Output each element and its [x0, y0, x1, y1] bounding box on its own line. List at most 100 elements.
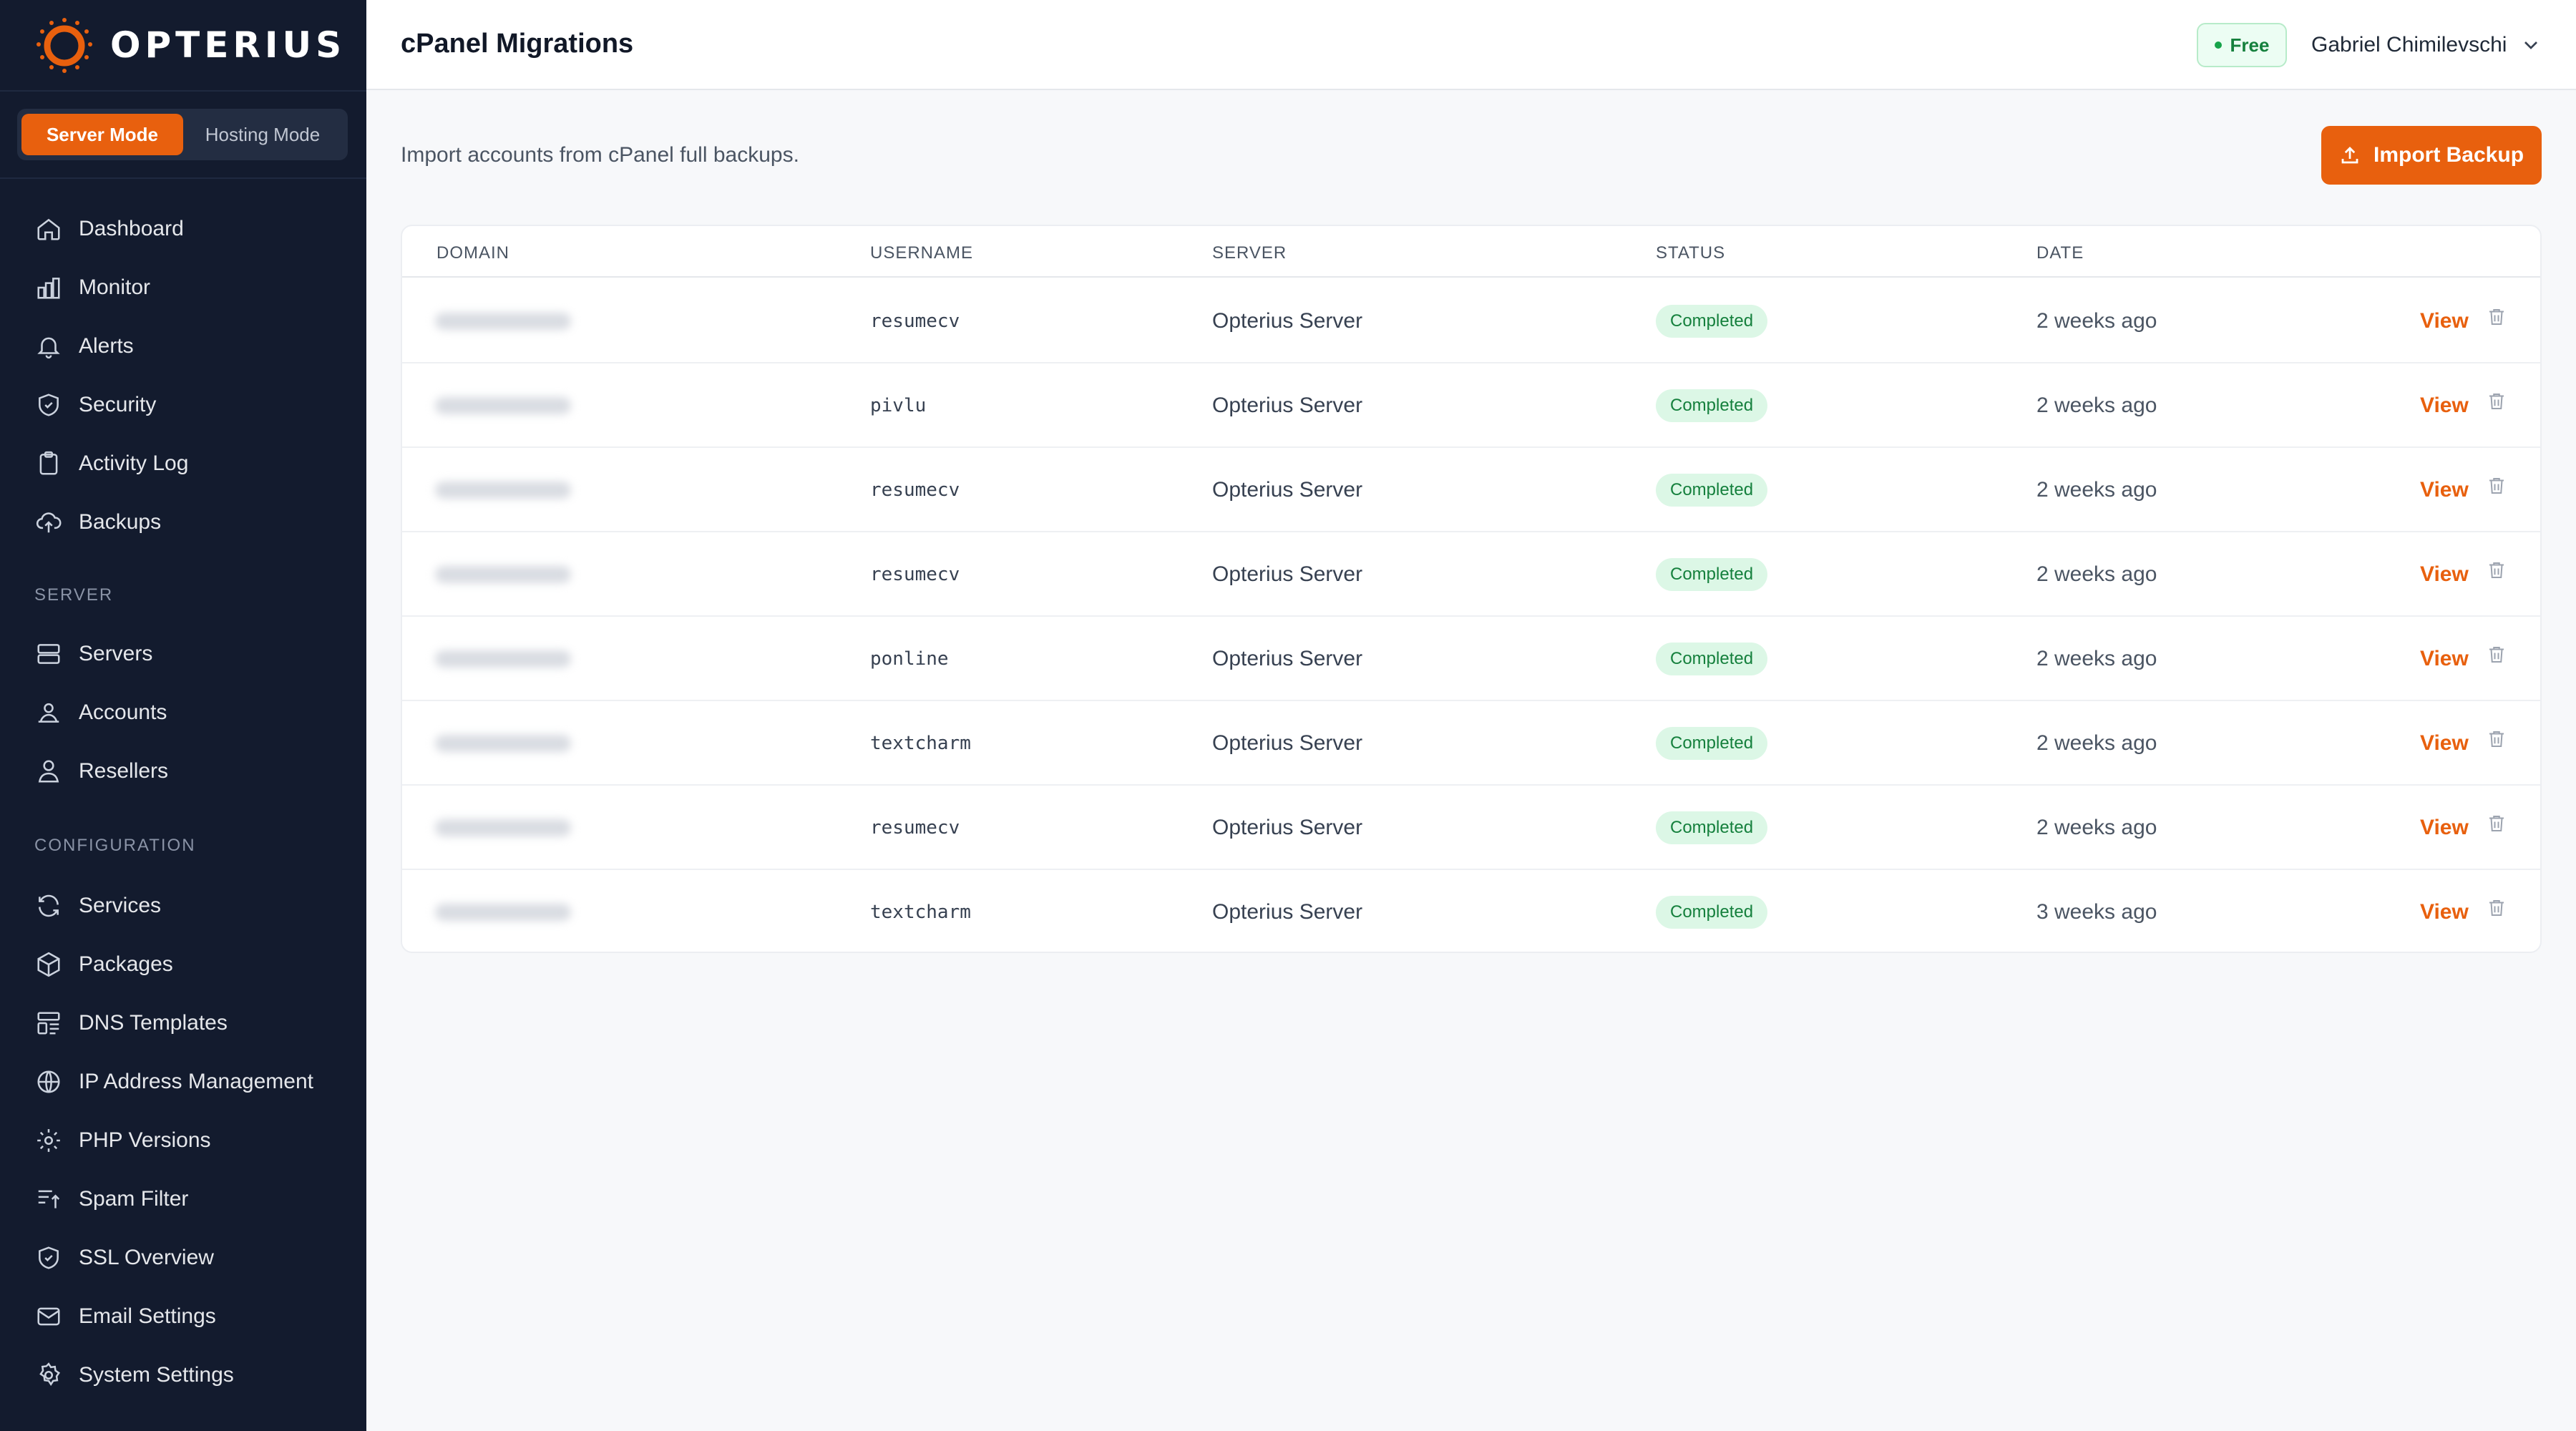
- server-cell: Opterius Server: [1212, 617, 1362, 701]
- globe-icon: [34, 1068, 63, 1096]
- status-badge: Completed: [1656, 643, 1768, 675]
- sidebar-item-label: DNS Templates: [79, 1011, 228, 1035]
- date-cell: 2 weeks ago: [2036, 786, 2157, 870]
- sidebar-item-email-settings[interactable]: Email Settings: [34, 1295, 216, 1338]
- template-icon: [34, 1009, 63, 1037]
- username-cell: textcharm: [870, 870, 971, 952]
- sidebar-item-system-settings[interactable]: System Settings: [34, 1354, 234, 1397]
- plan-label: Free: [2230, 34, 2270, 56]
- server-cell: Opterius Server: [1212, 701, 1362, 786]
- view-link[interactable]: View: [2420, 309, 2469, 333]
- trash-icon[interactable]: [2486, 391, 2507, 412]
- status-dot-icon: [2214, 41, 2222, 49]
- server-cell: Opterius Server: [1212, 870, 1362, 952]
- date: 2 weeks ago: [2036, 309, 2157, 333]
- server-name: Opterius Server: [1212, 309, 1363, 333]
- sidebar-item-resellers[interactable]: Resellers: [34, 750, 168, 793]
- sidebar-item-servers[interactable]: Servers: [34, 633, 152, 675]
- section-label-configuration: CONFIGURATION: [34, 836, 196, 855]
- username-cell: textcharm: [870, 701, 971, 786]
- server-cell: Opterius Server: [1212, 786, 1362, 870]
- sidebar-item-label: Backups: [79, 510, 162, 534]
- refresh-icon: [34, 892, 63, 920]
- cloud-upload-icon: [34, 508, 63, 537]
- sidebar-item-packages[interactable]: Packages: [34, 943, 173, 986]
- server-name: Opterius Server: [1212, 731, 1363, 755]
- gear-icon: [34, 1126, 63, 1155]
- sidebar-item-php-versions[interactable]: PHP Versions: [34, 1119, 211, 1162]
- sidebar-item-dashboard[interactable]: Dashboard: [34, 207, 184, 250]
- plan-badge: Free: [2197, 23, 2287, 67]
- table-row: ponline Opterius Server Completed 2 weeks a…: [402, 617, 2540, 701]
- sidebar-item-label: Servers: [79, 642, 153, 665]
- status-cell: Completed: [1656, 701, 1768, 786]
- sidebar-item-services[interactable]: Services: [34, 884, 161, 927]
- view-link[interactable]: View: [2420, 394, 2469, 418]
- sidebar-item-alerts[interactable]: Alerts: [34, 325, 134, 368]
- status-badge: Completed: [1656, 727, 1768, 760]
- redacted-domain: [435, 397, 571, 414]
- username-cell: resumecv: [870, 786, 960, 870]
- redacted-domain: [435, 904, 571, 921]
- server-cell: Opterius Server: [1212, 279, 1362, 363]
- redacted-domain: [435, 650, 571, 668]
- table-row: resumecv Opterius Server Completed 2 weeks …: [402, 448, 2540, 532]
- server-name: Opterius Server: [1212, 478, 1363, 502]
- actions-cell: View: [2420, 279, 2469, 363]
- sidebar-item-ssl-overview[interactable]: SSL Overview: [34, 1236, 214, 1279]
- trash-icon[interactable]: [2486, 560, 2507, 581]
- delete-cell: [2486, 786, 2507, 870]
- date: 2 weeks ago: [2036, 394, 2157, 417]
- view-link[interactable]: View: [2420, 816, 2469, 840]
- column-header-domain: DOMAIN: [436, 243, 509, 263]
- filter-icon: [34, 1185, 63, 1213]
- date-cell: 2 weeks ago: [2036, 532, 2157, 617]
- trash-icon[interactable]: [2486, 728, 2507, 750]
- date: 2 weeks ago: [2036, 647, 2157, 670]
- date: 2 weeks ago: [2036, 816, 2157, 839]
- view-link[interactable]: View: [2420, 478, 2469, 502]
- view-link[interactable]: View: [2420, 647, 2469, 671]
- username: resumecv: [870, 311, 960, 332]
- trash-icon[interactable]: [2486, 475, 2507, 497]
- sidebar-item-label: Packages: [79, 952, 173, 976]
- sidebar: OPTERIUS Server Mode Hosting Mode Dashbo…: [0, 0, 366, 1431]
- sidebar-item-activity-log[interactable]: Activity Log: [34, 442, 188, 485]
- sidebar-item-backups[interactable]: Backups: [34, 501, 161, 544]
- delete-cell: [2486, 363, 2507, 448]
- trash-icon[interactable]: [2486, 813, 2507, 834]
- server-mode-button[interactable]: Server Mode: [21, 114, 183, 155]
- redacted-domain: [435, 482, 571, 499]
- user-name: Gabriel Chimilevschi: [2311, 33, 2507, 57]
- migrations-table: DOMAIN USERNAME SERVER STATUS DATE resum…: [401, 225, 2542, 953]
- table-row: resumecv Opterius Server Completed 2 weeks …: [402, 786, 2540, 870]
- trash-icon[interactable]: [2486, 306, 2507, 328]
- date-cell: 2 weeks ago: [2036, 617, 2157, 701]
- table-header: DOMAIN USERNAME SERVER STATUS DATE: [402, 226, 2540, 278]
- username: ponline: [870, 648, 949, 670]
- view-link[interactable]: View: [2420, 562, 2469, 587]
- delete-cell: [2486, 448, 2507, 532]
- trash-icon[interactable]: [2486, 897, 2507, 919]
- settings-icon: [34, 1361, 63, 1390]
- sidebar-item-dns-templates[interactable]: DNS Templates: [34, 1002, 228, 1045]
- date: 2 weeks ago: [2036, 562, 2157, 586]
- table-row: textcharm Opterius Server Completed 3 weeks…: [402, 870, 2540, 952]
- delete-cell: [2486, 279, 2507, 363]
- domain-cell: [435, 363, 571, 448]
- sidebar-item-label: Email Settings: [79, 1304, 216, 1328]
- import-backup-button[interactable]: Import Backup: [2321, 126, 2542, 185]
- trash-icon[interactable]: [2486, 644, 2507, 665]
- sidebar-item-ip-address-management[interactable]: IP Address Management: [34, 1060, 313, 1103]
- sidebar-item-monitor[interactable]: Monitor: [34, 266, 150, 309]
- user-menu[interactable]: Gabriel Chimilevschi: [2311, 29, 2542, 62]
- sidebar-item-accounts[interactable]: Accounts: [34, 691, 167, 734]
- sidebar-item-spam-filter[interactable]: Spam Filter: [34, 1178, 188, 1221]
- status-cell: Completed: [1656, 617, 1768, 701]
- server-name: Opterius Server: [1212, 647, 1363, 670]
- sidebar-item-security[interactable]: Security: [34, 384, 156, 426]
- view-link[interactable]: View: [2420, 900, 2469, 924]
- brand-logo[interactable]: OPTERIUS: [33, 16, 346, 74]
- hosting-mode-button[interactable]: Hosting Mode: [183, 114, 342, 155]
- view-link[interactable]: View: [2420, 731, 2469, 756]
